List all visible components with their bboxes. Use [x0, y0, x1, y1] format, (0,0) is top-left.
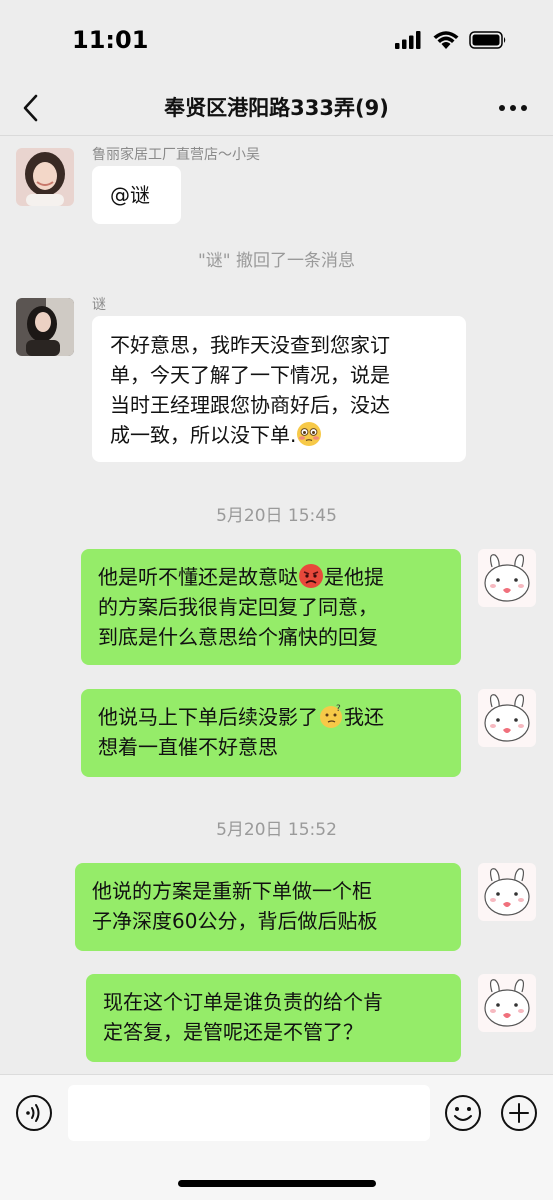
more-dots-icon — [499, 105, 527, 111]
sender-name: 谜 — [92, 297, 106, 313]
my-avatar[interactable] — [478, 689, 536, 747]
message-line: 单，今天了解了一下情况，说是 — [110, 363, 390, 387]
message-line-text: 他说马上下单后续没影了 — [98, 705, 318, 729]
message-line: 不好意思，我昨天没查到您家订 — [110, 333, 390, 357]
flushed-face-emoji-icon — [297, 422, 322, 446]
my-message-bubble[interactable]: 现在这个订单是谁负责的给个肯 定答复，是管呢还是不管了？ — [86, 974, 461, 1062]
my-message-bubble[interactable]: 他说马上下单后续没影了? 我还 想着一直催不好意思 — [81, 689, 461, 777]
message-line-text: 成一致，所以没下单. — [110, 423, 297, 447]
status-bar: 11:01 — [0, 0, 553, 80]
more-button[interactable] — [495, 94, 531, 122]
status-icons — [395, 30, 507, 49]
my-message-bubble[interactable]: 他是听不懂还是故意哒 是他提 的方案后我很肯定回复了同意， 到底是什么意思给个痛快… — [81, 549, 461, 665]
avatar-woman-icon — [16, 298, 74, 356]
message-line: 到底是什么意思给个痛快的回复 — [98, 625, 378, 649]
nav-bar: 奉贤区港阳路333弄(9) — [0, 80, 553, 136]
thinking-face-emoji-icon: ? — [320, 704, 342, 728]
voice-button[interactable] — [14, 1093, 54, 1133]
my-avatar[interactable] — [478, 974, 536, 1032]
timestamp: 5月20日 15:52 — [216, 820, 337, 840]
message-line: 他是听不懂还是故意哒 是他提 — [98, 562, 444, 592]
status-time: 11:01 — [72, 26, 149, 54]
message-line-text: 是他提 — [324, 565, 384, 589]
message-bubble[interactable]: 不好意思，我昨天没查到您家订 单，今天了解了一下情况，说是 当时王经理跟您协商好… — [92, 316, 466, 462]
my-avatar[interactable] — [478, 863, 536, 921]
recall-notice: "谜" 撤回了一条消息 — [197, 251, 356, 271]
message-line: 他说的方案是重新下单做一个柜 — [92, 879, 372, 903]
message-line: 的方案后我很肯定回复了同意， — [98, 595, 378, 619]
message-line: 定答复，是管呢还是不管了？ — [103, 1020, 363, 1044]
wifi-icon — [433, 31, 459, 49]
my-avatar[interactable] — [478, 549, 536, 607]
message-line: 他说马上下单后续没影了? 我还 — [98, 702, 444, 732]
voice-icon — [16, 1095, 52, 1131]
chat-title: 奉贤区港阳路333弄(9) — [164, 96, 389, 120]
bunny-avatar-icon — [478, 974, 536, 1032]
message-bubble[interactable]: @谜 — [92, 166, 181, 224]
my-message-bubble[interactable]: 他说的方案是重新下单做一个柜 子净深度60公分，背后做后贴板 — [75, 863, 461, 951]
message-text: @谜 — [110, 183, 150, 207]
message-line: 当时王经理跟您协商好后，没达 — [110, 393, 390, 417]
sender-name: 鲁丽家居工厂直营店～小吴 — [92, 147, 260, 163]
bunny-avatar-icon — [478, 863, 536, 921]
emoji-button[interactable] — [443, 1093, 483, 1133]
svg-text:?: ? — [336, 704, 341, 714]
avatar-woman-icon — [16, 148, 74, 206]
timestamp: 5月20日 15:45 — [216, 506, 337, 526]
home-indicator — [178, 1180, 376, 1187]
message-line: 现在这个订单是谁负责的给个肯 — [103, 990, 383, 1014]
message-input[interactable] — [68, 1085, 430, 1141]
angry-face-emoji-icon — [299, 564, 323, 588]
bunny-avatar-icon — [478, 689, 536, 747]
battery-icon — [469, 30, 506, 49]
message-line: 成一致，所以没下单. — [110, 420, 448, 450]
bunny-avatar-icon — [478, 549, 536, 607]
message-line: 想着一直催不好意思 — [98, 735, 278, 759]
cellular-signal-icon — [395, 30, 421, 49]
chat-area[interactable]: 鲁丽家居工厂直营店～小吴 @谜 "谜" 撤回了一条消息 谜 不好意思，我昨天没查… — [0, 136, 553, 1074]
avatar[interactable] — [16, 298, 74, 356]
message-line: 子净深度60公分，背后做后贴板 — [92, 909, 378, 933]
avatar[interactable] — [16, 148, 74, 206]
emoji-icon — [445, 1095, 481, 1131]
plus-icon — [501, 1095, 537, 1131]
message-line-text: 我还 — [344, 705, 384, 729]
plus-button[interactable] — [499, 1093, 539, 1133]
message-line-text: 他是听不懂还是故意哒 — [98, 565, 298, 589]
